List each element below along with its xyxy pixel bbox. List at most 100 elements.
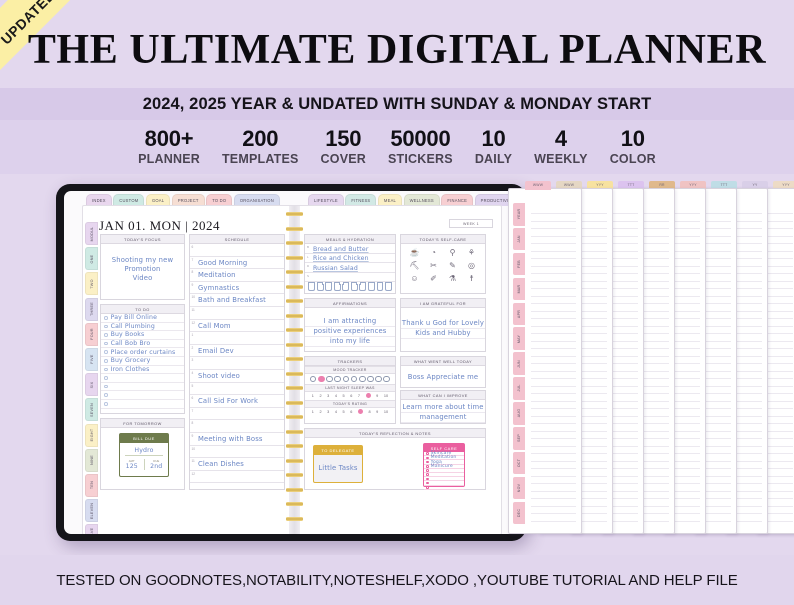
- month-tab-jul[interactable]: JUL: [513, 377, 525, 400]
- schedule-row[interactable]: 12 Call Mom: [190, 320, 284, 333]
- bill-due-value[interactable]: 2nd: [145, 463, 169, 470]
- side-tab-two[interactable]: TWO: [85, 272, 98, 296]
- perfume-icon[interactable]: ⚘: [463, 247, 480, 258]
- schedule-row[interactable]: 10 Bath and Breakfast: [190, 294, 284, 307]
- schedule-list[interactable]: 6 7 Good Morning 8 Meditation 9 Gymnastics 10 Ba…: [190, 244, 284, 484]
- self-care-checkbox[interactable]: [426, 452, 429, 456]
- meals-list[interactable]: B Bread and Butter L Rice and Chicken D Russi…: [305, 244, 395, 282]
- mood-face-icon[interactable]: [317, 375, 325, 383]
- face-icon[interactable]: ☺: [406, 273, 423, 284]
- bathtub-icon[interactable]: ☕: [406, 247, 423, 258]
- schedule-row[interactable]: 2 Email Dev: [190, 345, 284, 358]
- water-glass-icon[interactable]: [325, 282, 333, 291]
- bill-amt-value[interactable]: 125: [120, 463, 144, 470]
- todo-checkbox[interactable]: [104, 316, 108, 320]
- mood-face-icon[interactable]: [358, 375, 366, 383]
- mirror-icon[interactable]: ⚲: [444, 247, 461, 258]
- rating-value-selected[interactable]: [357, 409, 363, 415]
- todo-item[interactable]: Iron Clothes: [101, 366, 184, 375]
- mood-face-icon[interactable]: [375, 375, 382, 383]
- schedule-row[interactable]: 11: [190, 307, 284, 320]
- schedule-row[interactable]: 6 Call Sid For Work: [190, 395, 284, 408]
- side-tab-twelve[interactable]: TWELVE: [85, 524, 98, 534]
- month-tab-year[interactable]: YEAR: [513, 203, 525, 226]
- bottle-icon[interactable]: ⚗: [444, 273, 461, 284]
- meal-row[interactable]: L Rice and Chicken: [305, 254, 395, 263]
- self-care-item[interactable]: [424, 485, 464, 490]
- sleep-value[interactable]: 5: [343, 394, 345, 398]
- hydration-glasses[interactable]: [305, 282, 395, 291]
- side-tab-modul[interactable]: MODUL: [85, 222, 98, 245]
- to-delegate-text[interactable]: Little Tasks: [314, 455, 362, 473]
- rating-value[interactable]: 9: [376, 410, 378, 414]
- bill-due-sticker[interactable]: BILL DUE Hydro AMT 125 DUE 2nd: [119, 433, 169, 477]
- sleep-value[interactable]: 1: [312, 394, 314, 398]
- mood-face-icon[interactable]: [342, 375, 350, 383]
- month-tab-oct[interactable]: OCT: [513, 451, 525, 475]
- todo-checkbox[interactable]: [104, 350, 108, 354]
- side-tab-ten[interactable]: TEN: [85, 473, 98, 497]
- self-care-icon-grid[interactable]: ☕ ◔ ⚲ ⚘ ⛏ ✂ ✎ ◎ ☺ ✐ ⚗ ☨: [401, 244, 485, 287]
- todo-checkbox[interactable]: [104, 341, 108, 346]
- mood-face-icon[interactable]: [334, 375, 341, 383]
- month-tab-aug[interactable]: AUG: [513, 402, 525, 425]
- water-glass-icon[interactable]: [316, 282, 324, 291]
- todo-item[interactable]: [101, 400, 184, 409]
- side-tab-one[interactable]: ONE: [85, 247, 98, 271]
- schedule-row[interactable]: 7 Good Morning: [190, 257, 284, 270]
- month-tab-nov[interactable]: NOV: [513, 476, 525, 500]
- todo-checkbox[interactable]: [104, 324, 108, 329]
- schedule-row[interactable]: 8: [190, 420, 284, 433]
- meal-row[interactable]: B Bread and Butter: [305, 244, 395, 254]
- sleep-value[interactable]: 4: [335, 394, 337, 398]
- sleep-value[interactable]: 2: [319, 394, 321, 398]
- mood-face-icon[interactable]: [383, 375, 391, 383]
- rating-value[interactable]: 8: [368, 410, 370, 414]
- affirmations-content[interactable]: I am attracting positive experiences into …: [305, 308, 395, 347]
- sleep-value[interactable]: 10: [384, 394, 388, 398]
- razor-icon[interactable]: ☨: [463, 273, 480, 284]
- mood-face-icon[interactable]: [326, 375, 333, 383]
- sleep-value[interactable]: 6: [350, 394, 352, 398]
- meal-row[interactable]: D Russian Salad: [305, 263, 395, 273]
- self-care-checkbox[interactable]: [426, 456, 429, 460]
- grateful-content[interactable]: Thank u God for Lovely Kids and Hubby: [401, 308, 485, 339]
- side-tab-three[interactable]: THREE: [85, 297, 98, 321]
- water-glass-icon[interactable]: [376, 282, 384, 291]
- water-glass-icon[interactable]: [385, 282, 393, 291]
- month-tab-jun[interactable]: JUN: [513, 352, 525, 375]
- side-tab-eleven[interactable]: ELEVEN: [85, 499, 98, 523]
- schedule-row[interactable]: 4 Shoot video: [190, 370, 284, 383]
- mask-icon[interactable]: ◔: [425, 247, 442, 258]
- mood-face-icon[interactable]: [350, 375, 358, 383]
- rating-value[interactable]: 10: [384, 410, 388, 414]
- hairdryer-icon[interactable]: ✂: [425, 260, 442, 271]
- schedule-row[interactable]: 11 Clean Dishes: [190, 458, 284, 471]
- what-went-well-text[interactable]: Boss Appreciate me: [401, 366, 485, 382]
- self-care-checkbox[interactable]: [426, 469, 429, 472]
- schedule-row[interactable]: 9 Meeting with Boss: [190, 433, 284, 446]
- rating-value[interactable]: 1: [312, 410, 314, 414]
- lotion-icon[interactable]: ◎: [463, 260, 480, 271]
- todo-checkbox[interactable]: [104, 358, 108, 363]
- water-glass-icon[interactable]: [333, 282, 341, 291]
- water-glass-icon[interactable]: [350, 282, 358, 291]
- meal-row[interactable]: S: [305, 273, 395, 282]
- mood-face-icon[interactable]: [309, 375, 317, 383]
- rating-value[interactable]: 4: [335, 410, 337, 414]
- side-tab-five[interactable]: FIVE: [85, 347, 98, 371]
- side-tab-nine[interactable]: NINE: [85, 448, 98, 472]
- todo-checkbox[interactable]: [104, 333, 108, 337]
- sleep-tracker-row[interactable]: 1 2 3 4 5 6 7 9 10: [305, 392, 395, 400]
- mood-face-icon[interactable]: [367, 375, 374, 383]
- self-care-checkbox[interactable]: [426, 485, 429, 489]
- bill-due-name[interactable]: Hydro: [124, 446, 164, 456]
- side-tab-eight[interactable]: EIGHT: [85, 423, 98, 447]
- month-tab-sep[interactable]: SEP: [513, 427, 525, 450]
- schedule-row[interactable]: 5: [190, 383, 284, 396]
- month-tab-mar[interactable]: MAR: [513, 277, 525, 301]
- rating-value[interactable]: 5: [343, 410, 345, 414]
- todays-focus-content[interactable]: Shooting my new Promotion Video: [101, 244, 184, 283]
- sleep-value[interactable]: 9: [376, 394, 378, 398]
- todo-item[interactable]: [101, 374, 184, 383]
